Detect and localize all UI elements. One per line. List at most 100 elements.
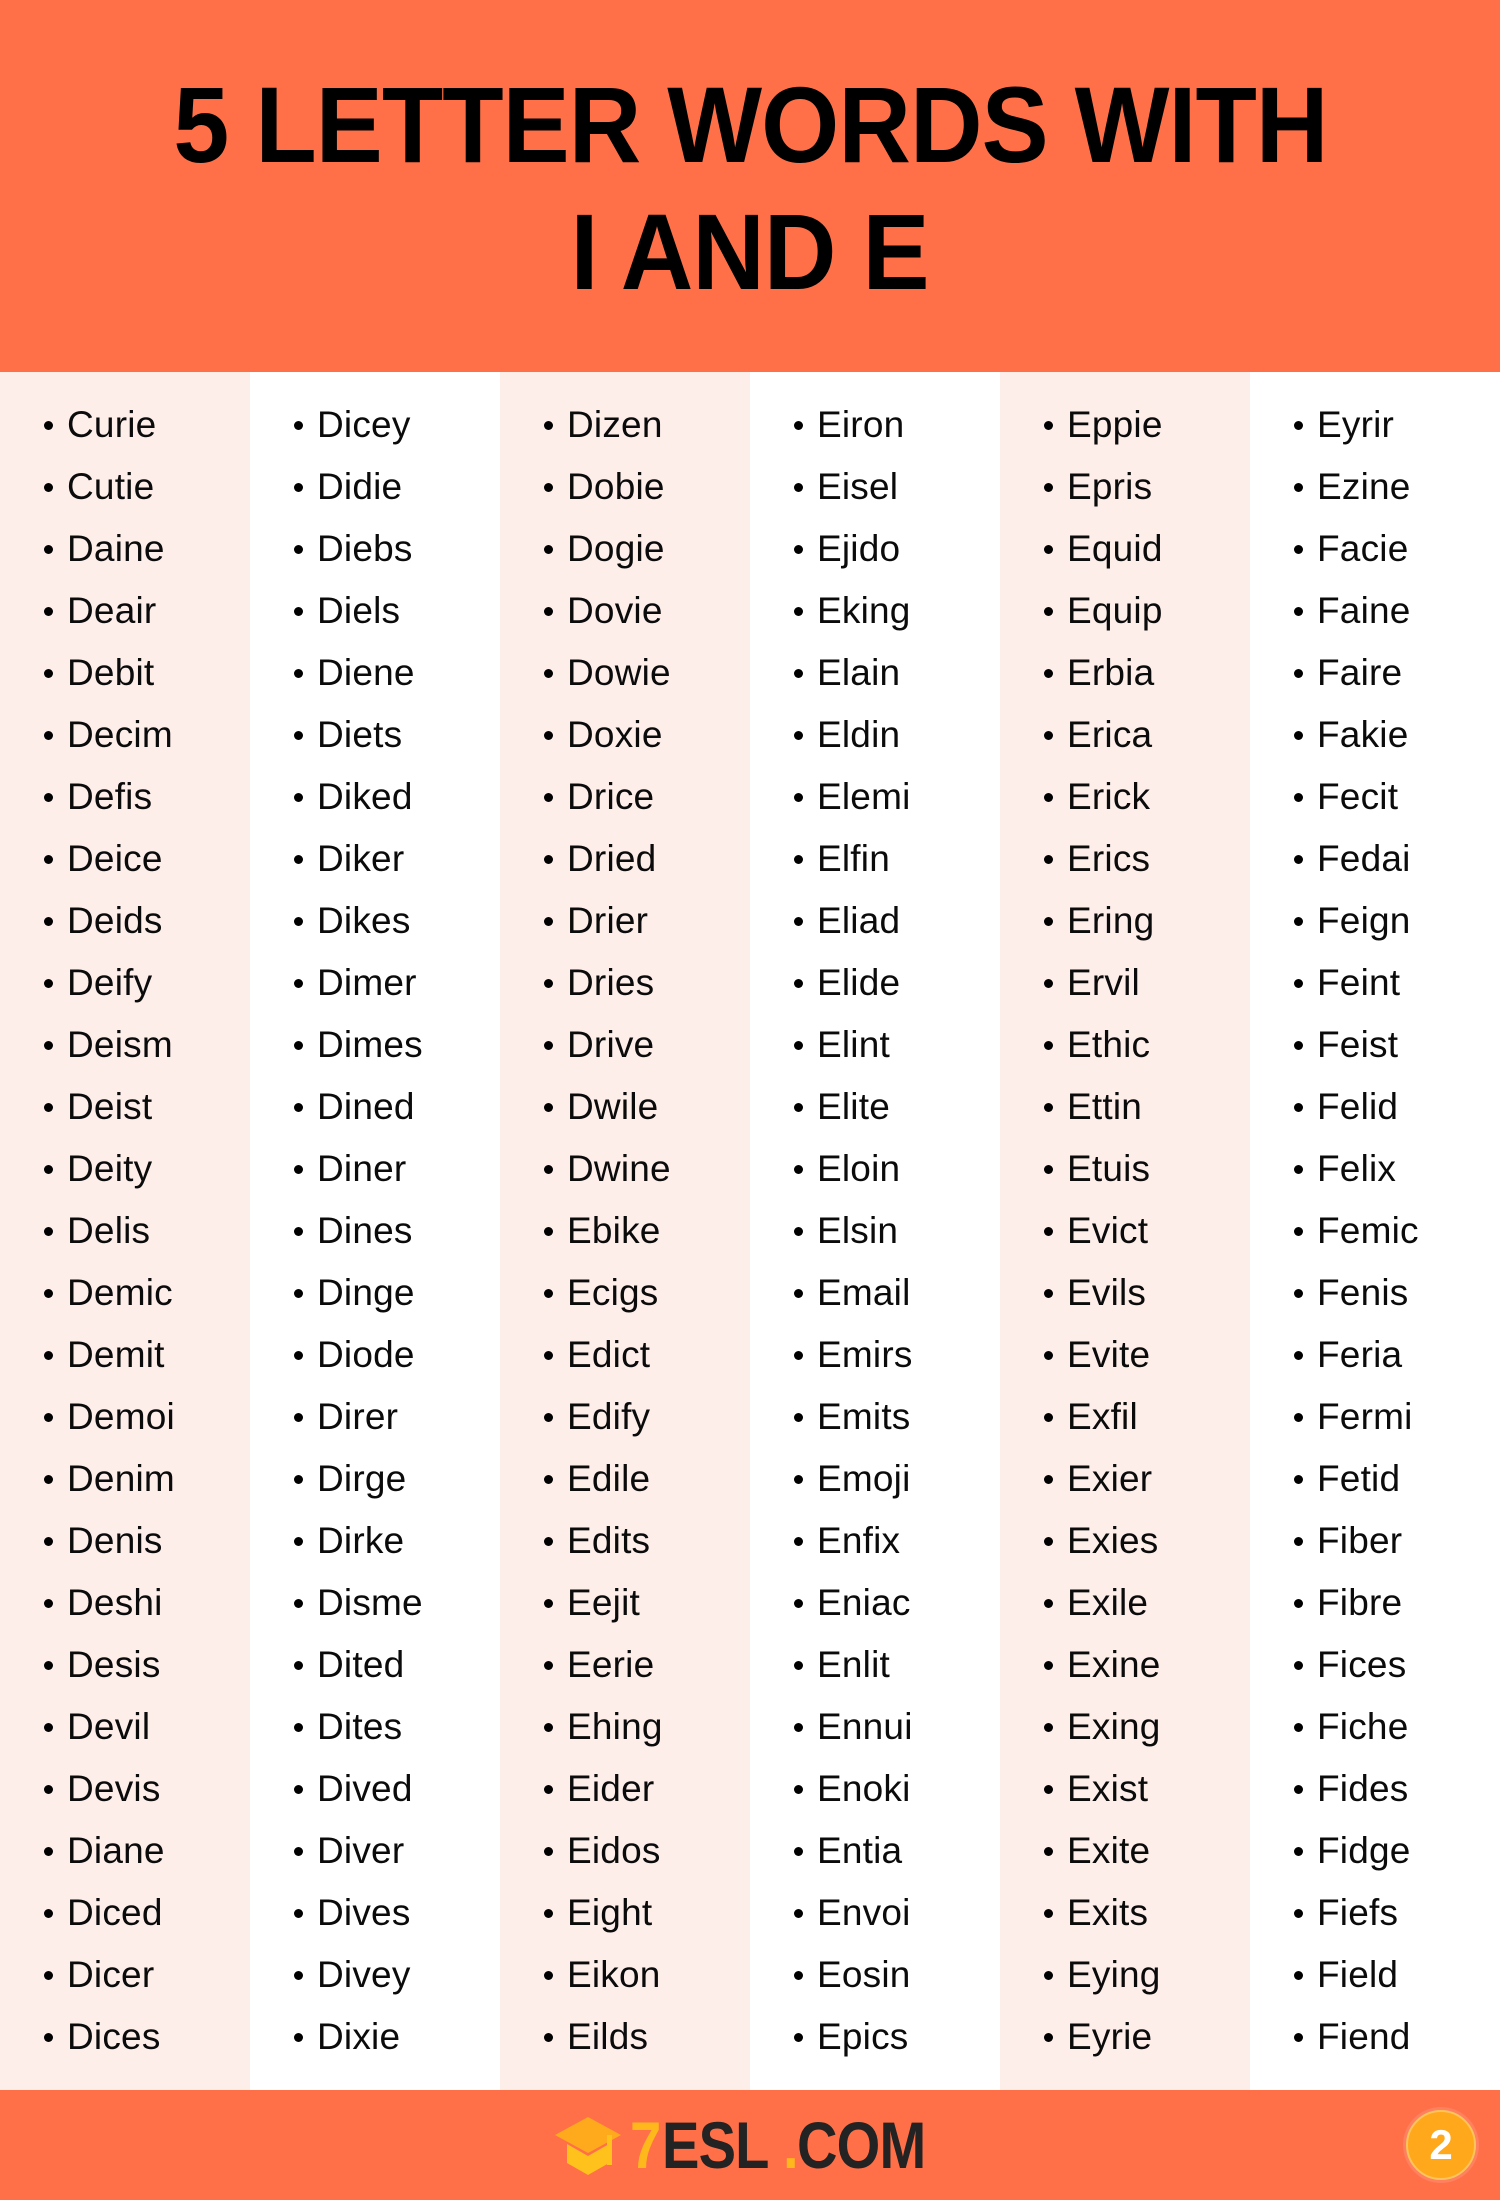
word-list-item: Edict — [500, 1336, 750, 1398]
bullet-icon — [44, 1351, 53, 1360]
word-list-item: Dizen — [500, 406, 750, 468]
word-text: Deify — [67, 962, 153, 1003]
word-text: Exits — [1067, 1892, 1149, 1933]
word-list-item: Enoki — [750, 1770, 1000, 1832]
word-text: Drier — [567, 900, 649, 941]
bullet-icon — [794, 1227, 803, 1236]
word-text: Ering — [1067, 900, 1155, 941]
bullet-icon — [44, 2033, 53, 2042]
word-list-item: Deice — [0, 840, 250, 902]
word-text: Dives — [317, 1892, 411, 1933]
word-list-item: Dirge — [250, 1460, 500, 1522]
word-text: Emoji — [817, 1458, 911, 1499]
word-list-item: Ejido — [750, 530, 1000, 592]
word-text: Dizen — [567, 404, 663, 445]
word-text: Ebike — [567, 1210, 661, 1251]
word-list-item: Diced — [0, 1894, 250, 1956]
word-list-item: Dites — [250, 1708, 500, 1770]
word-list-item: Dogie — [500, 530, 750, 592]
word-list-item: Dobie — [500, 468, 750, 530]
word-text: Dwile — [567, 1086, 659, 1127]
word-text: Dovie — [567, 590, 663, 631]
word-list-item: Eider — [500, 1770, 750, 1832]
word-text: Eisel — [817, 466, 899, 507]
bullet-icon — [44, 545, 53, 554]
word-list-item: Drice — [500, 778, 750, 840]
bullet-icon — [1294, 1971, 1303, 1980]
bullet-icon — [294, 483, 303, 492]
bullet-icon — [544, 1103, 553, 1112]
word-text: Fices — [1317, 1644, 1407, 1685]
word-list-item: Diked — [250, 778, 500, 840]
word-list-item: Diode — [250, 1336, 500, 1398]
bullet-icon — [44, 1165, 53, 1174]
word-list-item: Drier — [500, 902, 750, 964]
word-list-item: Denis — [0, 1522, 250, 1584]
word-text: Fiche — [1317, 1706, 1409, 1747]
word-list-item: Diver — [250, 1832, 500, 1894]
word-text: Drive — [567, 1024, 655, 1065]
word-list-item: Facie — [1250, 530, 1500, 592]
bullet-icon — [794, 1971, 803, 1980]
bullet-icon — [1294, 1537, 1303, 1546]
bullet-icon — [1044, 793, 1053, 802]
word-text: Edict — [567, 1334, 651, 1375]
word-text: Ervil — [1067, 962, 1140, 1003]
word-list-item: Evite — [1000, 1336, 1250, 1398]
bullet-icon — [794, 1475, 803, 1484]
word-list-item: Direr — [250, 1398, 500, 1460]
word-text: Enoki — [817, 1768, 911, 1809]
word-list-item: Dinge — [250, 1274, 500, 1336]
word-list-2: Dicey Didie Diebs Diels Diene Diets Diked Diker… — [250, 406, 500, 2080]
bullet-icon — [794, 1413, 803, 1422]
word-list-item: Exite — [1000, 1832, 1250, 1894]
bullet-icon — [544, 669, 553, 678]
word-list-item: Dines — [250, 1212, 500, 1274]
word-text: Epics — [817, 2016, 909, 2057]
word-list-item: Dirke — [250, 1522, 500, 1584]
word-text: Devis — [67, 1768, 161, 1809]
word-list-item: Eilds — [500, 2018, 750, 2080]
word-list-item: Eosin — [750, 1956, 1000, 2018]
word-list-item: Eerie — [500, 1646, 750, 1708]
word-list-item: Eikon — [500, 1956, 750, 2018]
bullet-icon — [794, 979, 803, 988]
word-list-item: Deify — [0, 964, 250, 1026]
word-text: Erbia — [1067, 652, 1155, 693]
bullet-icon — [544, 1909, 553, 1918]
word-list-item: Elite — [750, 1088, 1000, 1150]
bullet-icon — [44, 793, 53, 802]
word-list-item: Diane — [0, 1832, 250, 1894]
word-list-item: Ecigs — [500, 1274, 750, 1336]
word-text: Diode — [317, 1334, 415, 1375]
word-list-item: Exile — [1000, 1584, 1250, 1646]
poster-page: 5 LETTER WORDS WITH I AND E 7ESL.COM Cur… — [0, 0, 1500, 2200]
word-list-item: Felix — [1250, 1150, 1500, 1212]
word-list-item: Deist — [0, 1088, 250, 1150]
site-logo[interactable]: 7 ESL . COM — [552, 2109, 947, 2181]
word-list-item: Elemi — [750, 778, 1000, 840]
word-list-item: Enfix — [750, 1522, 1000, 1584]
bullet-icon — [44, 855, 53, 864]
word-text: Devil — [67, 1706, 151, 1747]
word-list-item: Elsin — [750, 1212, 1000, 1274]
bullet-icon — [1294, 1227, 1303, 1236]
word-text: Elint — [817, 1024, 890, 1065]
word-list-item: Emoji — [750, 1460, 1000, 1522]
bullet-icon — [44, 1909, 53, 1918]
word-text: Erick — [1067, 776, 1151, 817]
word-list-item: Fecit — [1250, 778, 1500, 840]
bullet-icon — [794, 483, 803, 492]
bullet-icon — [794, 1723, 803, 1732]
word-text: Eyrir — [1317, 404, 1395, 445]
word-list-item: Eppie — [1000, 406, 1250, 468]
word-text: Deair — [67, 590, 157, 631]
bullet-icon — [544, 1289, 553, 1298]
word-text: Felix — [1317, 1148, 1397, 1189]
word-list-item: Devil — [0, 1708, 250, 1770]
word-list-item: Enlit — [750, 1646, 1000, 1708]
bullet-icon — [794, 2033, 803, 2042]
word-list-item: Emirs — [750, 1336, 1000, 1398]
word-list-item: Drive — [500, 1026, 750, 1088]
bullet-icon — [294, 1413, 303, 1422]
